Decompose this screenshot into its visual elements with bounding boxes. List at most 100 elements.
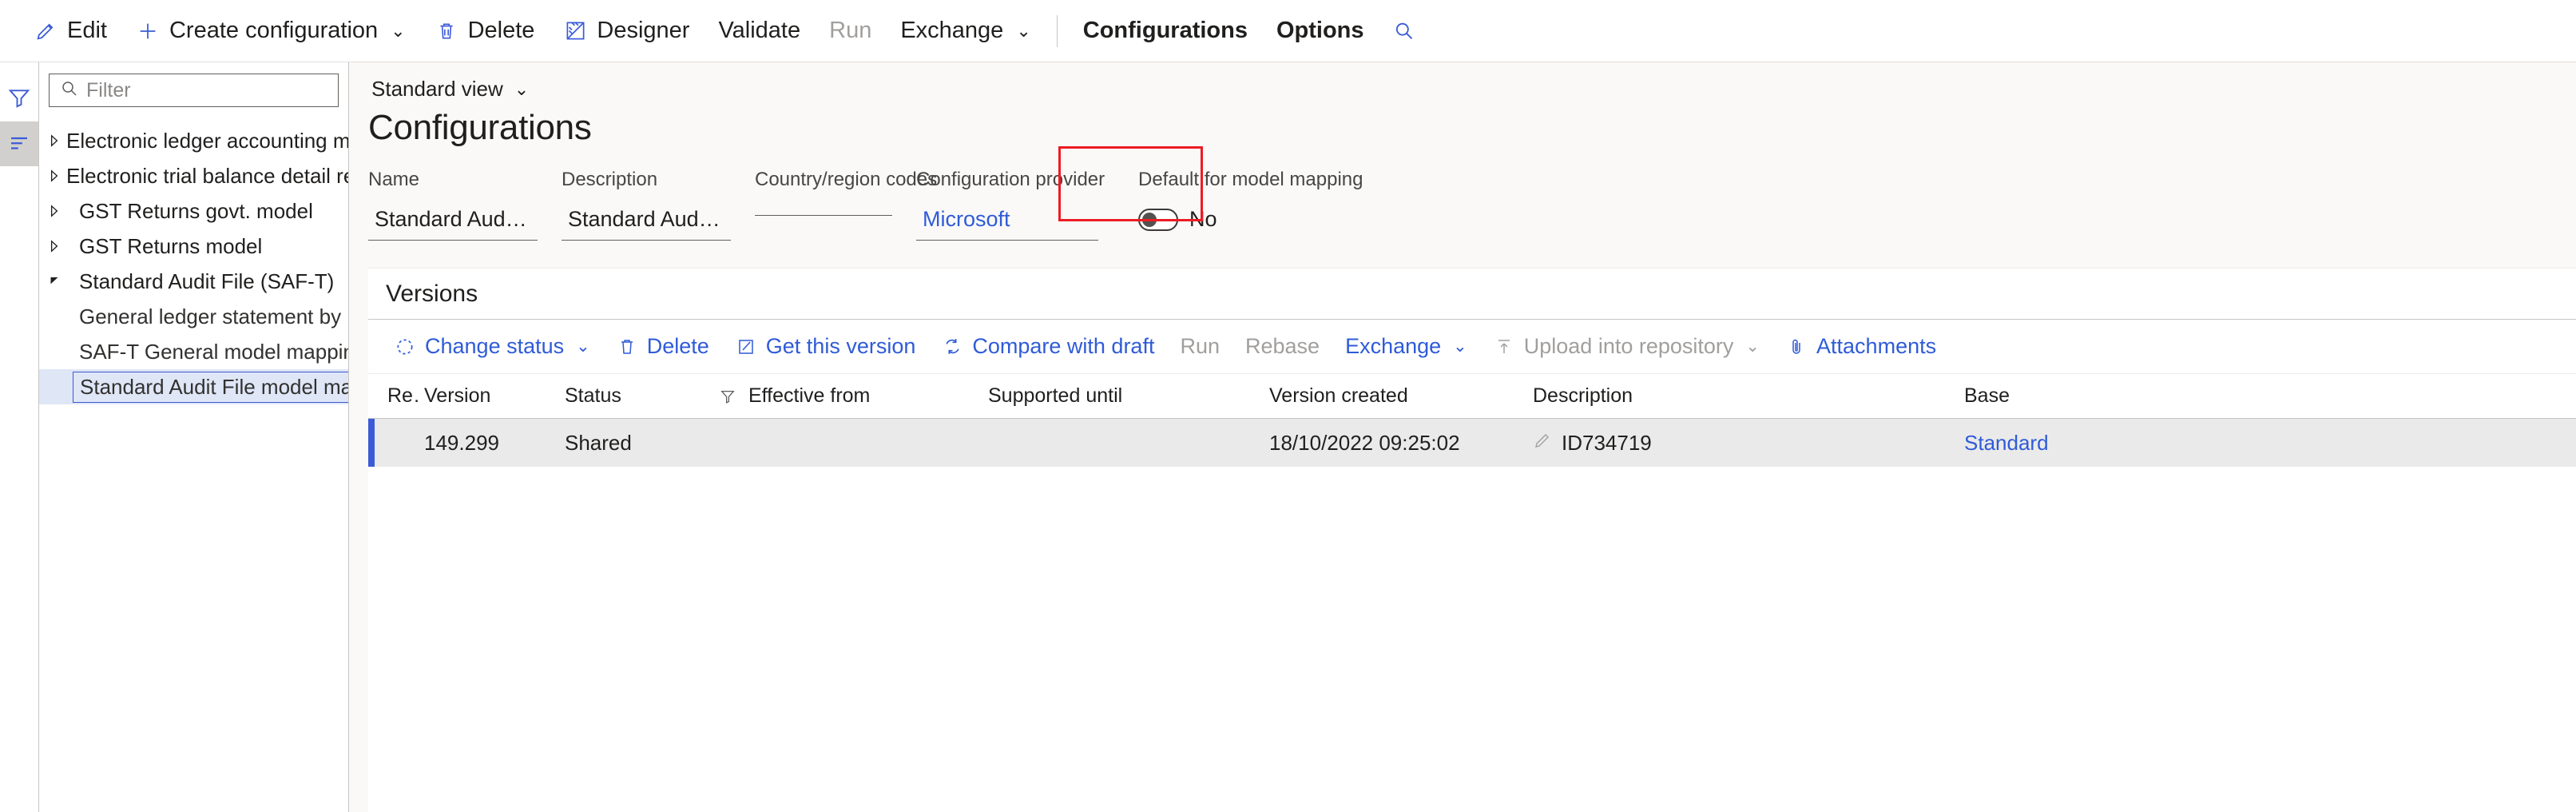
description-field-value[interactable]: Standard Audit File model map… xyxy=(562,205,731,241)
tree-node-label: Electronic ledger accounting model MX xyxy=(66,128,348,153)
validate-button[interactable]: Validate xyxy=(704,9,815,54)
trash-icon xyxy=(435,19,458,43)
chevron-down-icon: ⌄ xyxy=(514,78,530,99)
country-region-codes-label: Country/region codes xyxy=(755,169,938,190)
tree-node-child[interactable]: SAF-T General model mapping xyxy=(39,334,348,369)
column-header-re[interactable]: Re… xyxy=(383,384,419,408)
tree-node-label: General ledger statement by main account… xyxy=(79,304,348,328)
versions-grid: Re… Version Status Effective from Suppor… xyxy=(368,374,2576,812)
chevron-right-icon[interactable] xyxy=(47,204,74,218)
column-header-status[interactable]: Status xyxy=(560,384,707,408)
designer-button[interactable]: Designer xyxy=(549,9,704,54)
chevron-expanded-icon[interactable] xyxy=(47,274,74,289)
tree-node[interactable]: GST Returns model xyxy=(39,229,348,264)
cell-base[interactable]: Standard xyxy=(1959,431,2576,456)
app-window: Edit Create configuration ⌄ Delete Desig… xyxy=(0,0,2576,812)
search-icon xyxy=(1391,19,1415,43)
main-content: Standard view ⌄ Configurations Name Stan… xyxy=(349,62,2576,812)
search-icon xyxy=(59,79,78,102)
search-button[interactable] xyxy=(1379,9,1428,54)
tree-node-label: GST Returns model xyxy=(79,233,263,258)
rail-filter-button[interactable] xyxy=(0,77,38,121)
cell-version: 149.299 xyxy=(424,430,499,455)
paperclip-icon xyxy=(1785,336,1808,358)
grid-empty-area xyxy=(368,467,2576,812)
configuration-tree: Electronic ledger accounting model MX El… xyxy=(39,121,348,812)
view-selector-label: Standard view xyxy=(371,77,503,101)
exchange-label: Exchange xyxy=(900,18,1004,43)
column-header-base[interactable]: Base xyxy=(1959,384,2576,408)
attachments-button[interactable]: Attachments xyxy=(1772,326,1949,368)
get-this-version-label: Get this version xyxy=(765,334,916,358)
default-for-model-mapping-toggle[interactable] xyxy=(1138,208,1178,231)
tree-node[interactable]: Electronic trial balance detail report m… xyxy=(39,158,348,193)
delete-button[interactable]: Delete xyxy=(420,9,550,54)
tree-node-child[interactable]: General ledger statement by main account… xyxy=(39,299,348,334)
name-field: Name Standard Audit File model map… xyxy=(368,169,538,241)
tree-node-selected[interactable]: Standard Audit File model mapping xyxy=(39,369,348,404)
chevron-down-icon: ⌄ xyxy=(1745,337,1760,356)
upload-icon xyxy=(1493,336,1515,358)
chevron-right-icon[interactable] xyxy=(47,169,62,183)
chevron-down-icon: ⌄ xyxy=(576,337,590,356)
column-header-version-created[interactable]: Version created xyxy=(1264,384,1528,408)
tree-node[interactable]: GST Returns govt. model xyxy=(39,193,348,229)
country-region-codes-field: Country/region codes xyxy=(755,169,938,216)
cell-version-created: 18/10/2022 09:25:02 xyxy=(1269,430,1460,455)
get-this-version-button[interactable]: Get this version xyxy=(722,326,929,368)
tab-options[interactable]: Options xyxy=(1262,9,1379,54)
configurations-tree-panel: Filter Electronic ledger accounting mode… xyxy=(39,62,349,812)
tab-configurations[interactable]: Configurations xyxy=(1069,9,1262,54)
rebase-button: Rebase xyxy=(1232,326,1332,368)
name-field-value[interactable]: Standard Audit File model map… xyxy=(368,205,538,241)
configuration-provider-label: Configuration provider xyxy=(916,169,1105,190)
compare-icon xyxy=(941,336,963,358)
column-filter-icon[interactable] xyxy=(707,388,744,405)
run-button: Run xyxy=(815,9,886,54)
tree-node-label: Standard Audit File model mapping xyxy=(73,371,348,403)
toolbar-separator xyxy=(1056,14,1058,47)
configuration-provider-field: Configuration provider Microsoft xyxy=(916,169,1105,241)
table-row[interactable]: 149.299 Shared 18/10/2022 09:25:02 ID734… xyxy=(368,419,2576,467)
column-header-effective-from[interactable]: Effective from xyxy=(744,384,983,408)
default-for-model-mapping-label: Default for model mapping xyxy=(1138,169,1363,190)
default-for-model-mapping-field: Default for model mapping No xyxy=(1138,169,1363,232)
header-fields: Name Standard Audit File model map… Desc… xyxy=(368,146,2576,241)
edit-label: Edit xyxy=(67,18,107,43)
pencil-icon xyxy=(34,19,58,43)
upload-into-repository-label: Upload into repository xyxy=(1523,334,1734,358)
delete-version-label: Delete xyxy=(646,334,709,358)
configuration-provider-value[interactable]: Microsoft xyxy=(916,205,1098,241)
description-field: Description Standard Audit File model ma… xyxy=(562,169,731,241)
toggle-knob xyxy=(1142,212,1157,227)
tree-node-label: SAF-T General model mapping xyxy=(79,339,348,364)
create-configuration-label: Create configuration xyxy=(169,18,379,43)
versions-exchange-button[interactable]: Exchange ⌄ xyxy=(1332,326,1480,368)
column-header-description[interactable]: Description xyxy=(1528,384,1959,408)
delete-version-button[interactable]: Delete xyxy=(603,326,722,368)
body-area: Filter Electronic ledger accounting mode… xyxy=(0,62,2576,812)
chevron-right-icon[interactable] xyxy=(47,239,74,253)
country-region-codes-value[interactable] xyxy=(755,205,892,216)
default-for-model-mapping-value: No xyxy=(1189,207,1217,231)
cell-description[interactable]: ID734719 xyxy=(1528,431,1959,456)
versions-exchange-label: Exchange xyxy=(1345,334,1442,358)
exchange-button[interactable]: Exchange ⌄ xyxy=(886,9,1045,54)
tree-node-expanded[interactable]: Standard Audit File (SAF-T) xyxy=(39,264,348,299)
grid-header-row: Re… Version Status Effective from Suppor… xyxy=(368,374,2576,419)
compare-with-draft-button[interactable]: Compare with draft xyxy=(928,326,1167,368)
rebase-label: Rebase xyxy=(1244,334,1320,358)
create-configuration-button[interactable]: Create configuration ⌄ xyxy=(121,9,420,54)
edit-button[interactable]: Edit xyxy=(19,9,121,54)
edit-pencil-icon[interactable] xyxy=(1533,431,1552,456)
chevron-down-icon: ⌄ xyxy=(1453,337,1467,356)
column-header-version[interactable]: Version xyxy=(419,384,560,408)
column-header-supported-until[interactable]: Supported until xyxy=(983,384,1264,408)
rail-list-button[interactable] xyxy=(0,121,38,166)
view-selector[interactable]: Standard view ⌄ xyxy=(368,75,532,103)
chevron-right-icon[interactable] xyxy=(47,133,62,148)
tree-node[interactable]: Electronic ledger accounting model MX xyxy=(39,123,348,158)
run-version-label: Run xyxy=(1180,334,1220,358)
change-status-button[interactable]: Change status ⌄ xyxy=(381,326,603,368)
filter-input[interactable]: Filter xyxy=(49,74,339,107)
